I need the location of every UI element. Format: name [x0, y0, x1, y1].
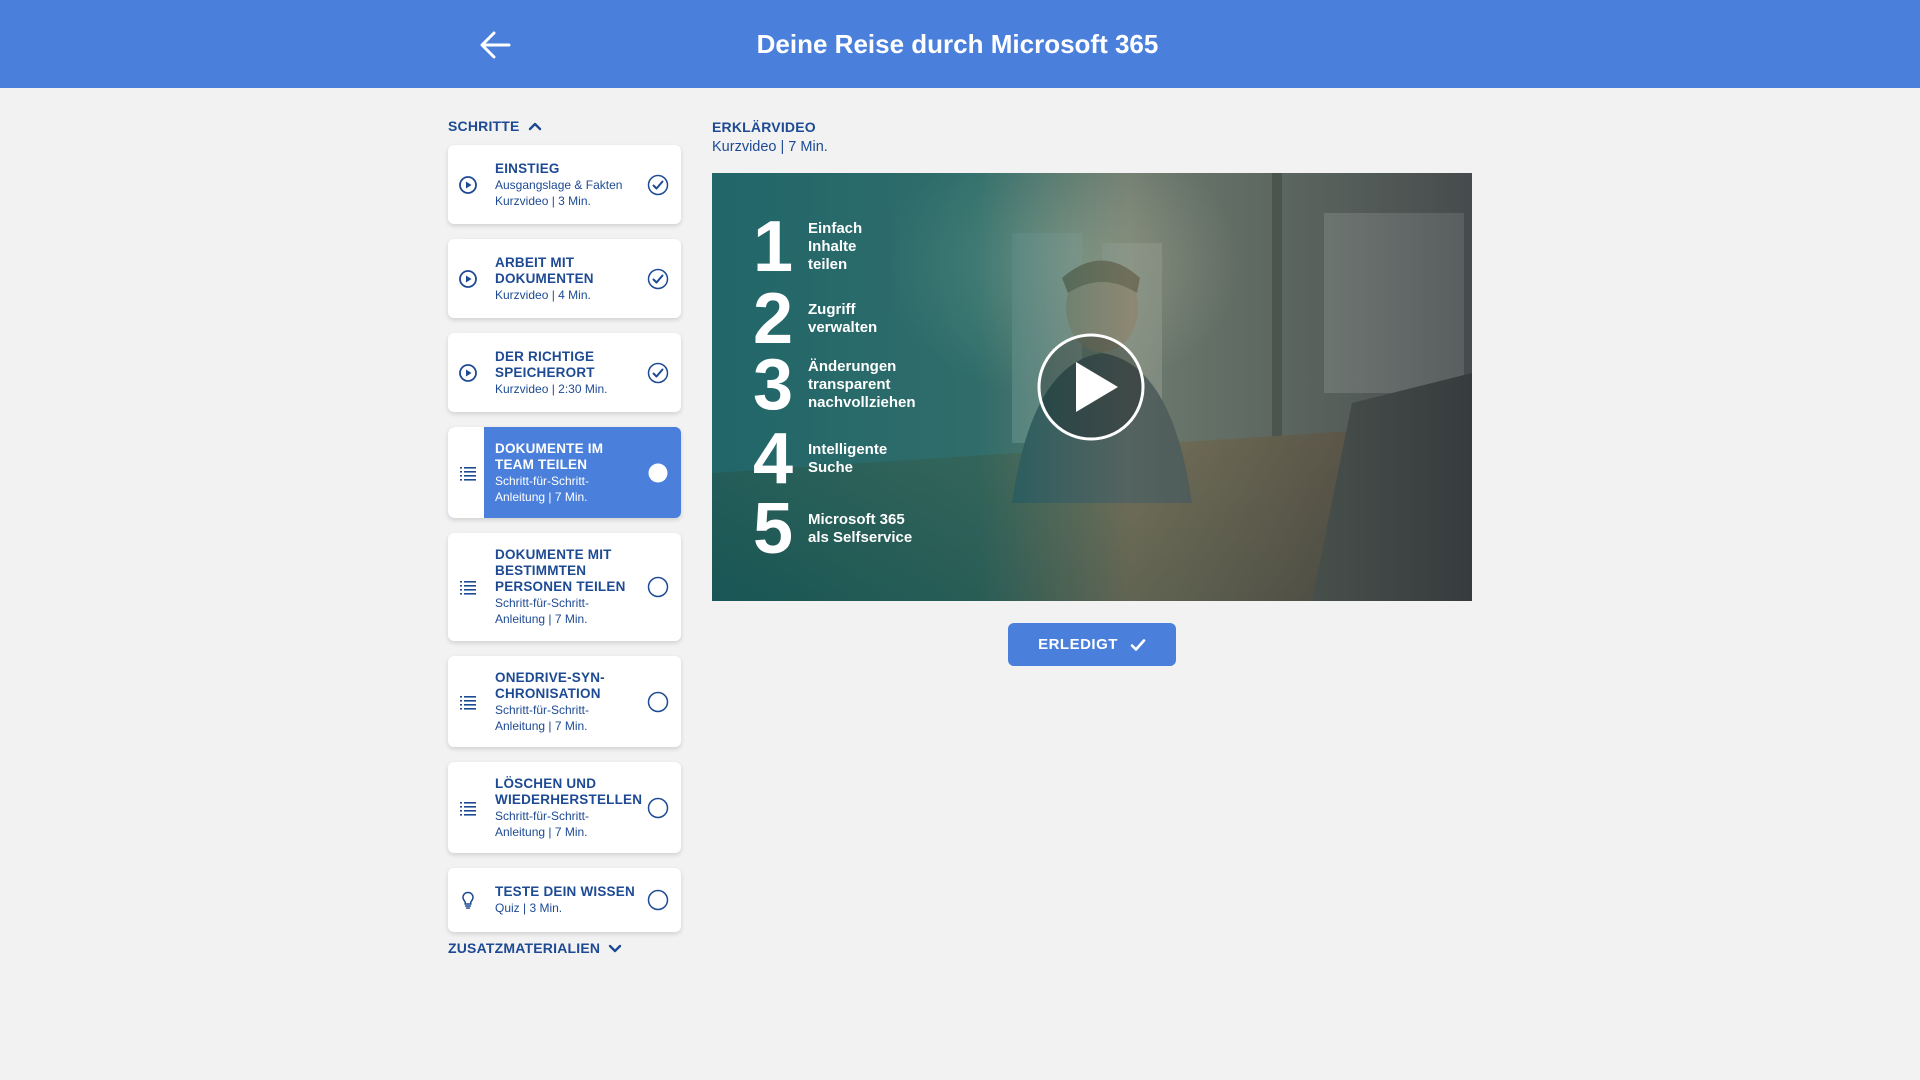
step-meta: Anleitung | 7 Min. [495, 612, 588, 626]
back-button[interactable] [475, 24, 517, 66]
step-meta: Anleitung | 7 Min. [495, 824, 588, 839]
step-item-dokumente-mit-bestimmten-personen-teilen[interactable]: DOKUMENTE MIT BESTIMMTEN PERSONEN TEILEN… [448, 533, 681, 641]
step-title-line2: TEAM TEILEN [495, 456, 588, 472]
step-title: DOKUMENTE IM [495, 440, 604, 456]
step-title: ONEDRIVE-SYN- [495, 669, 605, 685]
step-meta: Quiz | 3 Min. [495, 901, 563, 915]
empty-circle-icon [647, 889, 669, 911]
video-player[interactable]: 1 Einfach Inhalte teilen 2 Zugriff verwalte… [712, 173, 1472, 601]
filled-circle-icon [648, 463, 668, 482]
video-steps-overlay: 1 Einfach Inhalte teilen 2 Zugriff verwalte… [712, 173, 952, 601]
done-button-label: ERLEDIGT [1038, 636, 1118, 653]
done-button[interactable]: ERLEDIGT [1008, 623, 1176, 666]
list-icon [460, 801, 476, 816]
list-icon [460, 581, 476, 595]
list-icon [460, 466, 476, 481]
empty-circle-icon [647, 797, 669, 818]
video-step-text: Zugriff verwalten [808, 301, 878, 336]
check-circle-icon [647, 174, 669, 195]
video-step-4: 4 Intelligente Suche [748, 423, 887, 495]
step-item-einstieg[interactable]: EINSTIEG Ausgangslage & Fakten Kurzvideo… [448, 145, 681, 224]
step-title-line2: WIEDERHERSTELLEN [495, 791, 643, 807]
step-meta: Anleitung | 7 Min. [495, 718, 588, 733]
top-bar: Deine Reise durch Microsoft 365 [0, 0, 1920, 88]
play-icon [1037, 333, 1145, 441]
play-circle-icon [459, 269, 477, 288]
arrow-left-icon [480, 31, 511, 59]
step-title-line2: CHRONISATION [495, 685, 601, 701]
chevron-up-icon [528, 122, 541, 131]
step-item-onedrive-synchronisation[interactable]: ONEDRIVE-SYN- CHRONISATION Schritt-für-S… [448, 656, 681, 747]
video-step-number: 4 [752, 419, 794, 499]
step-title: DER RICHTIGE [495, 348, 595, 364]
step-meta: Kurzvideo | 3 Min. [495, 193, 591, 208]
video-step-text: Einfach Inhalte teilen [808, 220, 863, 273]
video-step-number: 3 [752, 345, 794, 425]
content-meta: Kurzvideo | 7 Min. [712, 139, 828, 155]
step-title-line2: BESTIMMTEN [495, 563, 587, 578]
step-item-loeschen-und-wiederherstellen[interactable]: LÖSCHEN UND WIEDERHERSTELLEN Schritt-für… [448, 762, 681, 853]
check-circle-icon [647, 362, 669, 383]
step-subtitle: Ausgangslage & Fakten [495, 177, 623, 192]
step-title: EINSTIEG [495, 160, 560, 176]
step-title-line2: DOKUMENTEN [495, 270, 594, 286]
play-circle-icon [459, 363, 477, 382]
check-icon [1130, 638, 1146, 651]
steps-section-toggle[interactable]: SCHRITTE [448, 118, 542, 134]
step-title: ARBEIT MIT [495, 254, 575, 270]
step-subtitle: Schritt-für-Schritt- [495, 596, 590, 610]
step-item-teste-dein-wissen[interactable]: TESTE DEIN WISSEN Quiz | 3 Min. [448, 868, 681, 932]
step-subtitle: Schritt-für-Schritt- [495, 808, 590, 823]
video-step-number: 1 [752, 207, 794, 287]
video-step-text: Microsoft 365 als Selfservice [808, 511, 913, 546]
video-step-5: 5 Microsoft 365 als Selfservice [748, 493, 912, 565]
page-title: Deine Reise durch Microsoft 365 [756, 29, 1159, 59]
extras-section-toggle[interactable]: ZUSATZMATERIALIEN [448, 940, 622, 956]
play-button[interactable] [1036, 332, 1146, 442]
empty-circle-icon [647, 691, 669, 712]
step-title: LÖSCHEN UND [495, 775, 597, 791]
check-circle-icon [647, 268, 669, 289]
empty-circle-icon [647, 576, 669, 598]
video-step-number: 5 [752, 489, 794, 569]
step-subtitle: Schritt-für-Schritt- [495, 702, 590, 717]
step-item-arbeit-mit-dokumenten[interactable]: ARBEIT MIT DOKUMENTEN Kurzvideo | 4 Min. [448, 239, 681, 318]
step-meta: Anleitung | 7 Min. [495, 489, 588, 504]
chevron-down-icon [609, 944, 622, 953]
step-title: TESTE DEIN WISSEN [495, 884, 635, 899]
step-meta: Kurzvideo | 2:30 Min. [495, 381, 608, 396]
video-step-text: Intelligente Suche [808, 441, 888, 476]
extras-section-label: ZUSATZMATERIALIEN [448, 940, 601, 956]
list-icon [460, 695, 476, 710]
steps-list: EINSTIEG Ausgangslage & Fakten Kurzvideo… [448, 145, 681, 932]
step-meta: Kurzvideo | 4 Min. [495, 287, 591, 302]
step-item-der-richtige-speicherort[interactable]: DER RICHTIGE SPEICHERORT Kurzvideo | 2:3… [448, 333, 681, 412]
step-subtitle: Schritt-für-Schritt- [495, 473, 590, 488]
content-header: ERKLÄRVIDEO Kurzvideo | 7 Min. [712, 118, 828, 158]
step-title-line3: PERSONEN TEILEN [495, 579, 626, 594]
content-type-label: ERKLÄRVIDEO [712, 119, 816, 135]
step-title-line2: SPEICHERORT [495, 364, 595, 380]
play-circle-icon [459, 175, 477, 194]
video-step-text: Änderungen transparent nachvollziehen [808, 358, 916, 411]
video-step-1: 1 Einfach Inhalte teilen [748, 211, 862, 283]
steps-section-label: SCHRITTE [448, 118, 520, 134]
step-item-dokumente-im-team-teilen[interactable]: DOKUMENTE IM TEAM TEILEN Schritt-für-Sch… [448, 427, 681, 518]
video-step-3: 3 Änderungen transparent nachvollziehen [748, 349, 916, 421]
step-title: DOKUMENTE MIT [495, 547, 612, 562]
lightbulb-icon [462, 891, 474, 909]
